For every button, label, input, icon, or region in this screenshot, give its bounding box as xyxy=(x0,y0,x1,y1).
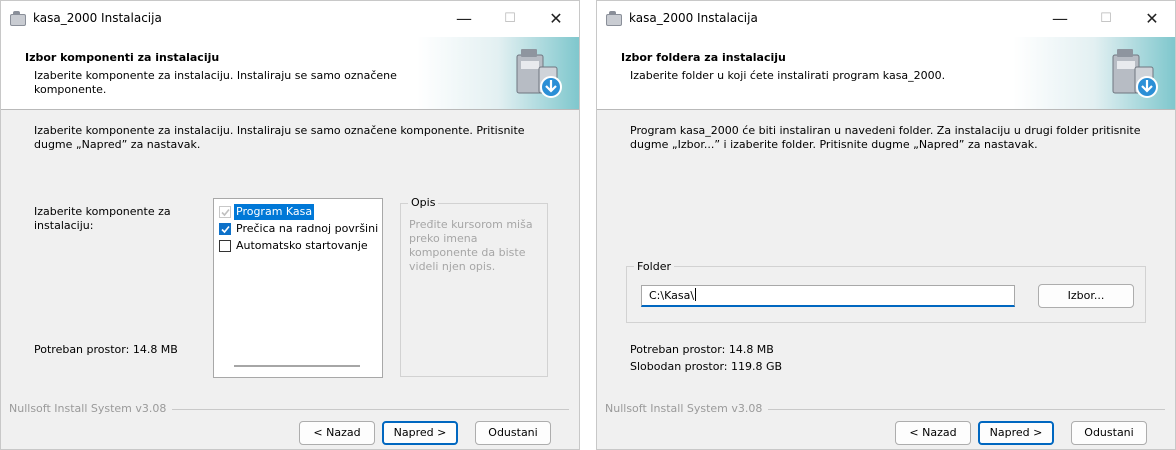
installer-package-icon xyxy=(1112,49,1158,98)
folder-path-value: C:\Kasa\ xyxy=(649,289,695,302)
browse-button[interactable]: Izbor... xyxy=(1038,284,1134,308)
footer-brand: Nullsoft Install System v3.08 xyxy=(605,402,769,415)
window-title: kasa_2000 Instalacija xyxy=(33,11,162,25)
cancel-button[interactable]: Odustani xyxy=(1071,421,1147,445)
components-listbox[interactable]: Program Kasa Prečica na radnoj površini … xyxy=(213,198,383,378)
maximize-icon[interactable]: ☐ xyxy=(1083,1,1129,37)
minimize-icon[interactable]: — xyxy=(1037,1,1083,37)
checkbox-checked[interactable] xyxy=(219,223,231,235)
page-subtitle: Izaberite komponente za instalaciju. Ins… xyxy=(34,69,397,96)
description-title: Opis xyxy=(408,196,439,209)
installer-window-folder: kasa_2000 Instalacija — ☐ ✕ Izbor folder… xyxy=(596,0,1176,450)
instructions-text: Izaberite komponente za instalaciju. Ins… xyxy=(34,124,525,151)
component-label: Automatsko startovanje xyxy=(236,239,368,252)
installer-package-icon xyxy=(516,49,562,98)
required-space: Potreban prostor: 14.8 MB xyxy=(34,343,178,356)
minimize-icon[interactable]: — xyxy=(441,1,487,37)
checkbox-disabled-checked xyxy=(219,206,231,218)
cancel-button[interactable]: Odustani xyxy=(475,421,551,445)
title-bar[interactable]: kasa_2000 Instalacija — ☐ ✕ xyxy=(597,1,1175,37)
free-space: Slobodan prostor: 119.8 GB xyxy=(630,360,783,373)
page-header: Izbor foldera za instalaciju Izaberite f… xyxy=(597,37,1175,110)
footer-brand: Nullsoft Install System v3.08 xyxy=(9,402,173,415)
instructions-text: Program kasa_2000 će biti instaliran u n… xyxy=(630,124,1141,151)
next-button[interactable]: Napred > xyxy=(382,421,458,445)
next-button[interactable]: Napred > xyxy=(978,421,1054,445)
back-button[interactable]: < Nazad xyxy=(895,421,971,445)
component-label: Prečica na radnoj površini xyxy=(236,222,379,235)
close-icon[interactable]: ✕ xyxy=(1129,1,1175,37)
installer-window-components: kasa_2000 Instalacija — ☐ ✕ Izbor kompon… xyxy=(0,0,580,450)
folder-group-title: Folder xyxy=(634,260,674,273)
components-label: Izaberite komponente za instalaciju: xyxy=(34,205,171,232)
back-button[interactable]: < Nazad xyxy=(299,421,375,445)
app-icon xyxy=(606,11,622,26)
horizontal-scrollbar[interactable] xyxy=(234,365,360,367)
page-header: Izbor komponenti za instalaciju Izaberit… xyxy=(1,37,579,110)
app-icon xyxy=(10,11,26,26)
required-space: Potreban prostor: 14.8 MB xyxy=(630,343,774,356)
page-title: Izbor komponenti za instalaciju xyxy=(25,51,220,64)
close-icon[interactable]: ✕ xyxy=(533,1,579,37)
description-group: Opis Pređite kursorom miša preko imena k… xyxy=(400,196,548,377)
description-text: Pređite kursorom miša preko imena kompon… xyxy=(409,218,533,273)
window-title: kasa_2000 Instalacija xyxy=(629,11,758,25)
component-label: Program Kasa xyxy=(234,204,315,220)
maximize-icon[interactable]: ☐ xyxy=(487,1,533,37)
page-subtitle: Izaberite folder u koji ćete instalirati… xyxy=(630,69,946,82)
page-title: Izbor foldera za instalaciju xyxy=(621,51,786,64)
text-caret xyxy=(695,288,697,301)
folder-path-input[interactable]: C:\Kasa\ xyxy=(641,285,1015,307)
checkbox-unchecked[interactable] xyxy=(219,240,231,252)
title-bar[interactable]: kasa_2000 Instalacija — ☐ ✕ xyxy=(1,1,579,37)
